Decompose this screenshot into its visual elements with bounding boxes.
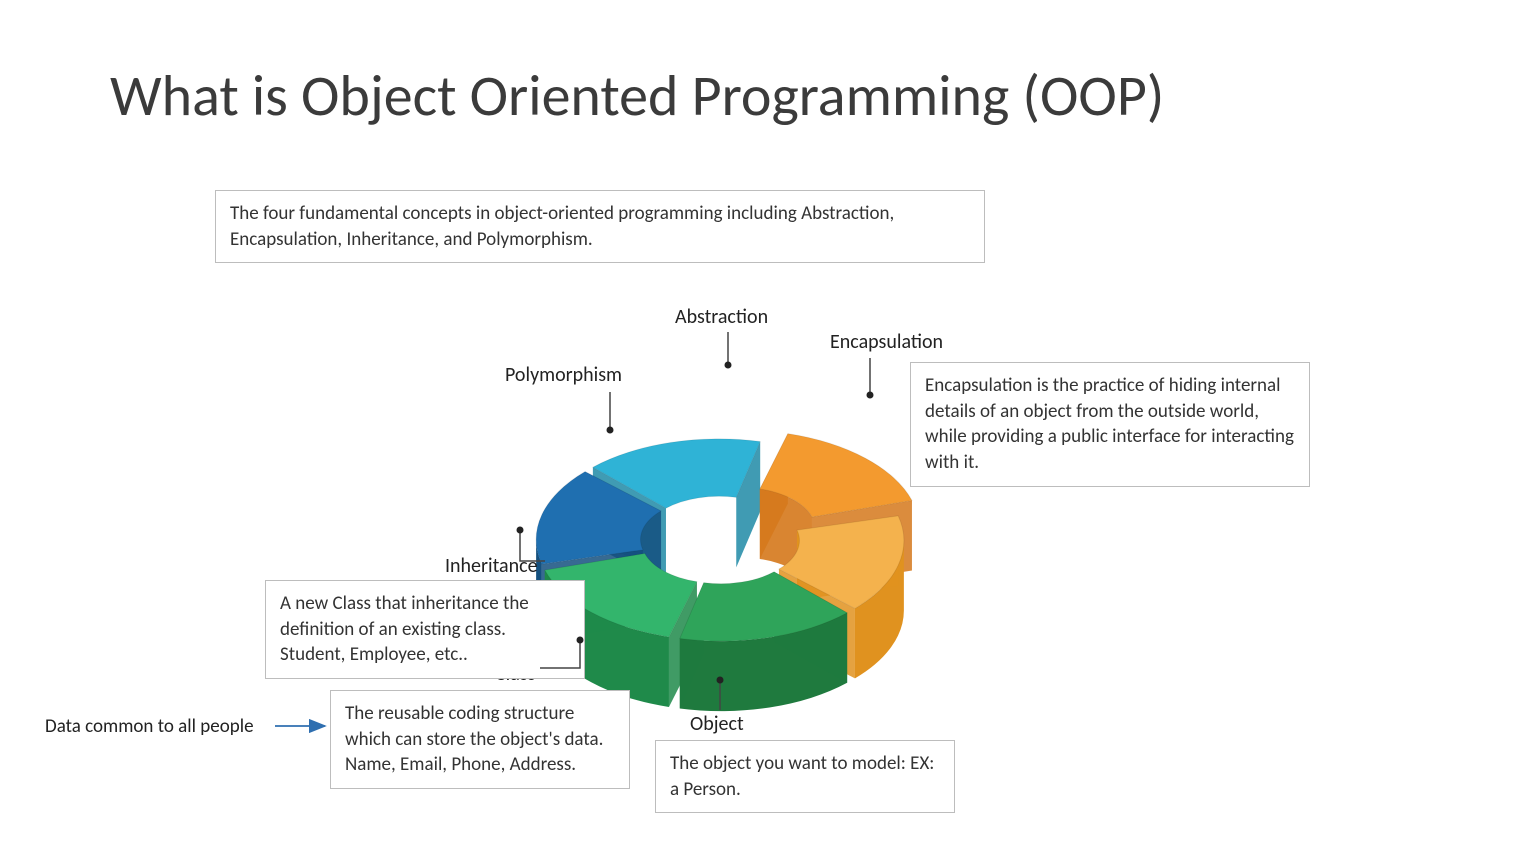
leader-lines (0, 0, 1513, 855)
